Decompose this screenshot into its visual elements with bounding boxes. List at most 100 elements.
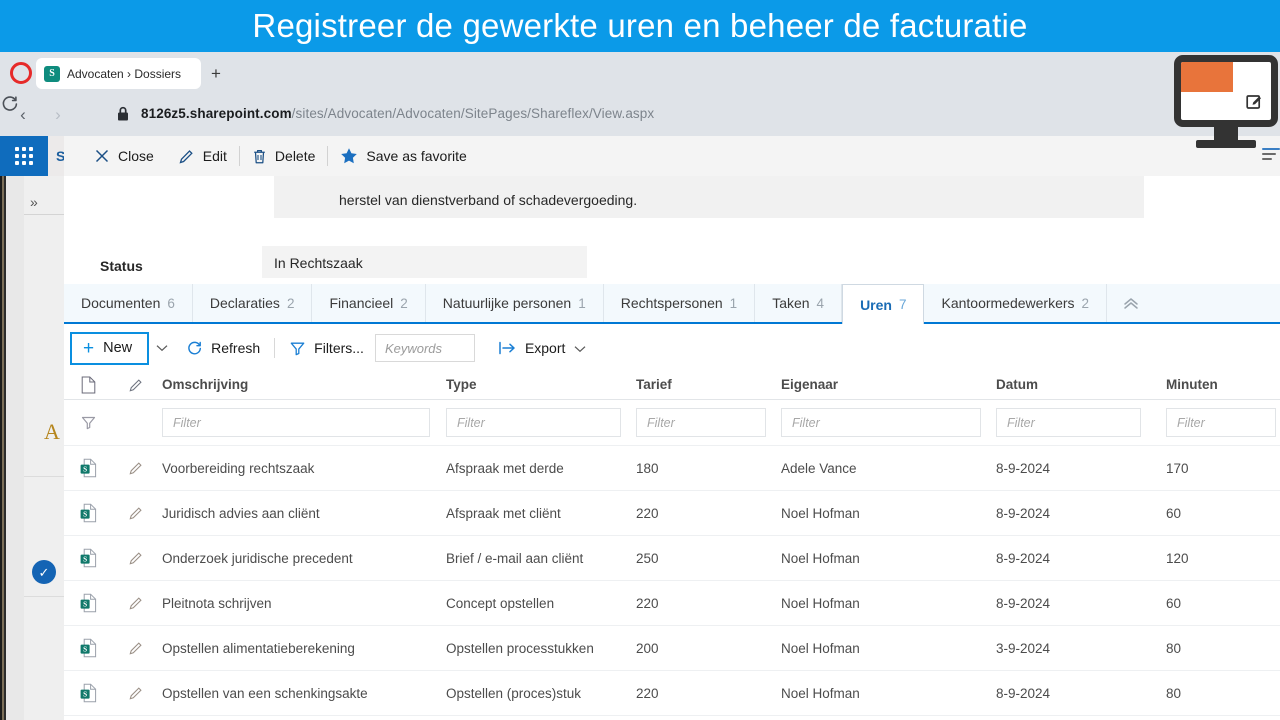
plus-icon: +: [83, 337, 95, 359]
tab-natuurlijke-personen[interactable]: Natuurlijke personen 1: [426, 284, 604, 322]
table-row[interactable]: S Voorbereiding rechtszaak Afspraak met de…: [64, 446, 1280, 491]
filter-input-omschrijving[interactable]: [162, 408, 430, 437]
table-row[interactable]: S Opstellen alimentatieberekening Opstelle…: [64, 626, 1280, 671]
cell-eigenaar: Noel Hofman: [781, 550, 860, 566]
background-group-letter: A: [44, 419, 60, 444]
column-header-datum[interactable]: Datum: [996, 377, 1166, 392]
keywords-input[interactable]: [374, 334, 475, 362]
promo-banner: Registreer de gewerkte uren en beheer de…: [0, 0, 1280, 52]
new-dropdown-chevron-down-icon[interactable]: [149, 332, 175, 365]
back-button[interactable]: ‹: [13, 105, 33, 125]
row-edit-pencil-icon[interactable]: [112, 640, 160, 656]
cell-tarief: 200: [636, 640, 659, 656]
row-sharepoint-doc-icon[interactable]: S: [64, 458, 112, 478]
check-circle-icon[interactable]: ✓: [32, 560, 56, 584]
export-button[interactable]: Export: [487, 332, 597, 365]
tab-taken[interactable]: Taken 4: [755, 284, 843, 322]
column-header-type[interactable]: Type: [446, 377, 636, 392]
lock-icon: [116, 105, 130, 123]
refresh-button-label: Refresh: [211, 340, 261, 356]
cell-type: Opstellen processtukken: [446, 640, 594, 656]
column-header-omschrijving[interactable]: Omschrijving: [160, 377, 446, 392]
cell-eigenaar: Noel Hofman: [781, 595, 860, 611]
cell-datum: 8-9-2024: [996, 550, 1051, 566]
export-chevron-down-icon[interactable]: [574, 340, 586, 356]
tab-label: Documenten: [81, 295, 161, 311]
row-edit-pencil-icon[interactable]: [112, 685, 160, 701]
double-chevron-right-icon[interactable]: »: [30, 194, 38, 210]
document-icon: [64, 376, 112, 394]
column-header-tarief[interactable]: Tarief: [636, 377, 781, 392]
cell-tarief: 180: [636, 460, 659, 476]
delete-button[interactable]: Delete: [240, 136, 327, 176]
tab-rechtspersonen[interactable]: Rechtspersonen 1: [604, 284, 756, 322]
svg-text:S: S: [83, 646, 87, 654]
cell-type: Afspraak met derde: [446, 460, 564, 476]
tab-label: Uren: [860, 296, 892, 313]
close-button[interactable]: Close: [82, 136, 166, 176]
tab-declaraties[interactable]: Declaraties 2: [193, 284, 313, 322]
tab-count: 1: [729, 295, 738, 311]
cell-tarief: 250: [636, 550, 659, 566]
cell-omschrijving: Juridisch advies aan cliënt: [162, 505, 320, 521]
save-as-favorite-button[interactable]: Save as favorite: [328, 136, 478, 176]
tab-documenten[interactable]: Documenten 6: [64, 284, 193, 322]
filter-input-eigenaar[interactable]: [781, 408, 981, 437]
star-icon: [340, 147, 358, 165]
tab-label: Taken: [772, 295, 810, 311]
svg-text:S: S: [83, 556, 87, 564]
table-row[interactable]: S Juridisch advies aan cliënt Afspraak met…: [64, 491, 1280, 536]
cell-eigenaar: Noel Hofman: [781, 505, 860, 521]
monitor-accent-block: [1181, 62, 1234, 93]
sharepoint-favicon-icon: S: [44, 65, 60, 82]
monitor-body: [1174, 55, 1278, 127]
browser-tab[interactable]: S Advocaten › Dossiers: [36, 58, 201, 89]
tab-count: 2: [286, 295, 295, 311]
row-edit-pencil-icon[interactable]: [112, 460, 160, 476]
tab-count: 6: [167, 295, 175, 311]
refresh-button[interactable]: Refresh: [175, 332, 271, 365]
svg-text:S: S: [83, 691, 87, 699]
double-chevron-up-icon[interactable]: [1107, 284, 1155, 322]
save-as-favorite-label: Save as favorite: [366, 148, 467, 164]
filters-button[interactable]: Filters...: [278, 332, 375, 365]
url-prefix: 8126z5.: [141, 106, 190, 121]
tab-count: 2: [1081, 295, 1090, 311]
cell-type: Opstellen (proces)stuk: [446, 685, 582, 701]
browser-tabstrip: S Advocaten › Dossiers +: [0, 52, 1280, 94]
row-edit-pencil-icon[interactable]: [112, 595, 160, 611]
table-row[interactable]: S Onderzoek juridische precedent Brief / e…: [64, 536, 1280, 581]
app-launcher-waffle-icon[interactable]: [0, 136, 48, 176]
table-row[interactable]: S Opstellen van een schenkingsakte Opstell…: [64, 671, 1280, 716]
filter-input-tarief[interactable]: [636, 408, 766, 437]
tab-count: 2: [400, 295, 408, 311]
new-tab-button[interactable]: +: [207, 65, 225, 83]
tab-uren[interactable]: Uren 7: [842, 284, 925, 324]
row-sharepoint-doc-icon[interactable]: S: [64, 593, 112, 613]
filter-input-datum[interactable]: [996, 408, 1141, 437]
new-button[interactable]: + New: [70, 331, 150, 365]
forward-button[interactable]: ›: [48, 105, 68, 125]
row-edit-pencil-icon[interactable]: [112, 505, 160, 521]
row-sharepoint-doc-icon[interactable]: S: [64, 638, 112, 658]
cell-minuten: 60: [1166, 505, 1182, 521]
tab-kantoormedewerkers[interactable]: Kantoormedewerkers 2: [924, 284, 1108, 322]
browser-tab-title: Advocaten › Dossiers: [67, 66, 182, 81]
svg-text:S: S: [83, 511, 87, 519]
filter-input-type[interactable]: [446, 408, 621, 437]
filter-input-minuten[interactable]: [1166, 408, 1276, 437]
cell-omschrijving: Opstellen alimentatieberekening: [162, 640, 355, 656]
edit-button[interactable]: Edit: [166, 136, 239, 176]
table-row[interactable]: S Pleitnota schrijven Concept opstellen 220…: [64, 581, 1280, 626]
row-edit-pencil-icon[interactable]: [112, 550, 160, 566]
toolbar-separator: [274, 338, 276, 358]
url-text[interactable]: 8126z5.sharepoint.com/sites/Advocaten/Ad…: [141, 106, 654, 121]
column-header-minuten[interactable]: Minuten: [1166, 377, 1280, 392]
filter-funnel-icon[interactable]: [64, 414, 112, 431]
row-sharepoint-doc-icon[interactable]: S: [64, 503, 112, 523]
column-header-eigenaar[interactable]: Eigenaar: [781, 377, 996, 392]
tab-financieel[interactable]: Financieel 2: [312, 284, 426, 322]
row-sharepoint-doc-icon[interactable]: S: [64, 683, 112, 703]
edit-pencil-icon: [178, 148, 195, 165]
row-sharepoint-doc-icon[interactable]: S: [64, 548, 112, 568]
